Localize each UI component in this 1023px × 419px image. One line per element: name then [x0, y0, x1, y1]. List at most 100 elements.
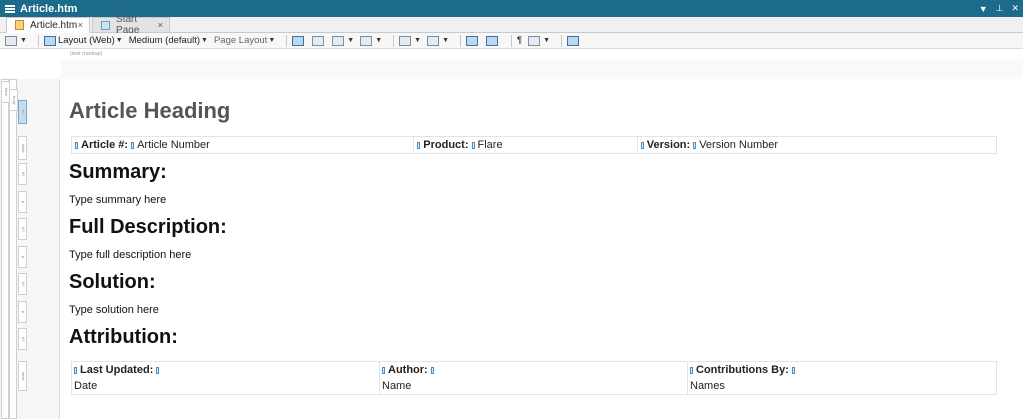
names-cell[interactable]: Names — [688, 378, 996, 394]
medium-dropdown[interactable]: Medium (default) ▼ — [129, 35, 208, 46]
image-icon — [292, 35, 305, 46]
gutter-h2[interactable]: h2 — [18, 163, 27, 185]
variable-icon — [399, 35, 412, 46]
tab-label: Article.htm — [30, 19, 78, 31]
date-value: Date — [74, 380, 98, 392]
attribution-value-row: Date Name Names — [72, 378, 996, 394]
gutter-p[interactable]: p — [18, 301, 27, 323]
last-updated-label: Last Updated: — [80, 364, 154, 376]
gutter-html[interactable] — [1, 79, 9, 419]
insert-link-button[interactable]: ▼ — [360, 35, 383, 46]
styles-icon — [528, 35, 541, 46]
document-editor[interactable]: Article Heading Article #: Article Number… — [61, 59, 1023, 419]
gutter-body[interactable] — [9, 79, 17, 419]
chevron-down-icon: ▼ — [543, 37, 551, 44]
pin-icon[interactable]: ⊥ — [996, 3, 1004, 14]
condition-icon — [427, 35, 440, 46]
gutter-body-label: body — [9, 89, 18, 111]
product-cell[interactable]: Product: Flare — [414, 137, 638, 153]
page-layout-dropdown[interactable]: Page Layout ▼ — [214, 35, 275, 46]
editor-toolbar: ▼ Layout (Web) ▼ Medium (default) ▼ Page L… — [0, 33, 1023, 49]
gutter-p[interactable]: p — [18, 191, 27, 213]
span-marker-icon — [690, 366, 693, 374]
preview-button[interactable] — [567, 35, 581, 46]
contributions-label: Contributions By: — [696, 364, 789, 376]
chevron-down-icon: ▼ — [20, 37, 27, 44]
toolbar-separator — [561, 34, 563, 47]
summary-heading[interactable]: Summary: — [69, 161, 167, 184]
start-page-icon — [101, 20, 111, 30]
span-marker-icon — [471, 141, 475, 149]
insert-table-button[interactable]: ▼ — [332, 35, 354, 46]
attribution-header-row: Last Updated: Author: Contributions By: — [72, 362, 996, 378]
article-number-cell[interactable]: Article #: Article Number — [72, 137, 415, 153]
article-number-value: Article Number — [137, 139, 210, 151]
contributions-header[interactable]: Contributions By: — [688, 362, 996, 378]
pilcrow-icon: ¶ — [517, 35, 523, 46]
span-marker-icon — [417, 141, 421, 149]
gutter-h2[interactable]: h2 — [18, 328, 27, 350]
document-header-area — [61, 59, 1023, 79]
solution-heading[interactable]: Solution: — [69, 271, 156, 294]
spans-icon — [486, 35, 498, 46]
full-description-heading[interactable]: Full Description: — [69, 216, 227, 239]
tab-start-page[interactable]: Start Page × — [92, 14, 170, 36]
solution-text[interactable]: Type solution here — [69, 304, 159, 316]
span-marker-icon — [791, 366, 795, 374]
tab-close-icon[interactable]: × — [78, 20, 83, 30]
dropdown-icon[interactable]: ▼ — [979, 4, 988, 14]
insert-image-button[interactable] — [292, 35, 306, 46]
gutter-h2[interactable]: h2 — [18, 273, 27, 295]
span-marker-icon — [430, 366, 434, 374]
link-icon — [360, 35, 373, 46]
last-updated-header[interactable]: Last Updated: — [72, 362, 380, 378]
document-icon — [15, 20, 24, 30]
show-blocks-button[interactable] — [466, 35, 480, 46]
gutter-p[interactable]: p — [18, 246, 27, 268]
attribution-heading[interactable]: Attribution: — [69, 326, 178, 349]
tab-close-icon[interactable]: × — [158, 20, 163, 30]
view-mode-icon — [5, 35, 17, 46]
span-marker-icon — [156, 366, 160, 374]
menu-icon[interactable] — [5, 4, 15, 13]
version-cell[interactable]: Version: Version Number — [638, 137, 996, 153]
full-description-text[interactable]: Type full description here — [69, 249, 191, 261]
blocks-icon — [466, 35, 478, 46]
chevron-down-icon: ▼ — [442, 37, 449, 44]
gutter-h2[interactable]: h2 — [18, 218, 27, 240]
gutter-table[interactable]: table — [18, 361, 27, 391]
span-marker-icon — [640, 141, 644, 149]
span-marker-icon — [693, 141, 697, 149]
attribution-table[interactable]: Last Updated: Author: Contributions By: … — [71, 361, 997, 395]
author-header[interactable]: Author: — [380, 362, 688, 378]
page-layout-label: Page Layout — [213, 35, 268, 46]
gutter-table[interactable]: table — [18, 136, 27, 160]
span-marker-icon — [382, 366, 385, 374]
names-value: Names — [690, 380, 725, 392]
date-cell[interactable]: Date — [72, 378, 380, 394]
insert-condition-button[interactable]: ▼ — [427, 35, 449, 46]
view-mode-button[interactable]: ▼ — [5, 35, 27, 46]
gutter-h1[interactable]: h1 — [18, 100, 27, 124]
styles-button[interactable]: ▼ — [528, 35, 551, 46]
article-heading[interactable]: Article Heading — [69, 98, 230, 124]
article-info-table[interactable]: Article #: Article Number Product: Flare V… — [71, 136, 997, 154]
window-title: Article.htm — [20, 2, 78, 15]
span-marker-icon — [131, 141, 135, 149]
layout-dropdown[interactable]: Layout (Web) ▼ — [43, 35, 123, 46]
close-icon[interactable]: ✕ — [1011, 3, 1019, 14]
chevron-down-icon: ▼ — [375, 37, 383, 44]
insert-variable-button[interactable]: ▼ — [399, 35, 421, 46]
name-cell[interactable]: Name — [380, 378, 688, 394]
name-value: Name — [382, 380, 412, 392]
show-spans-button[interactable] — [486, 35, 500, 46]
article-number-label: Article #: — [81, 139, 129, 151]
tab-article[interactable]: Article.htm × — [6, 17, 90, 33]
version-value: Version Number — [699, 139, 779, 151]
layout-label: Layout (Web) — [57, 35, 115, 46]
summary-text[interactable]: Type summary here — [69, 194, 166, 206]
snippet-icon — [312, 35, 325, 46]
show-markers-button[interactable]: ¶ — [517, 35, 522, 46]
insert-snippet-button[interactable] — [312, 35, 326, 46]
chevron-down-icon: ▼ — [268, 37, 276, 44]
